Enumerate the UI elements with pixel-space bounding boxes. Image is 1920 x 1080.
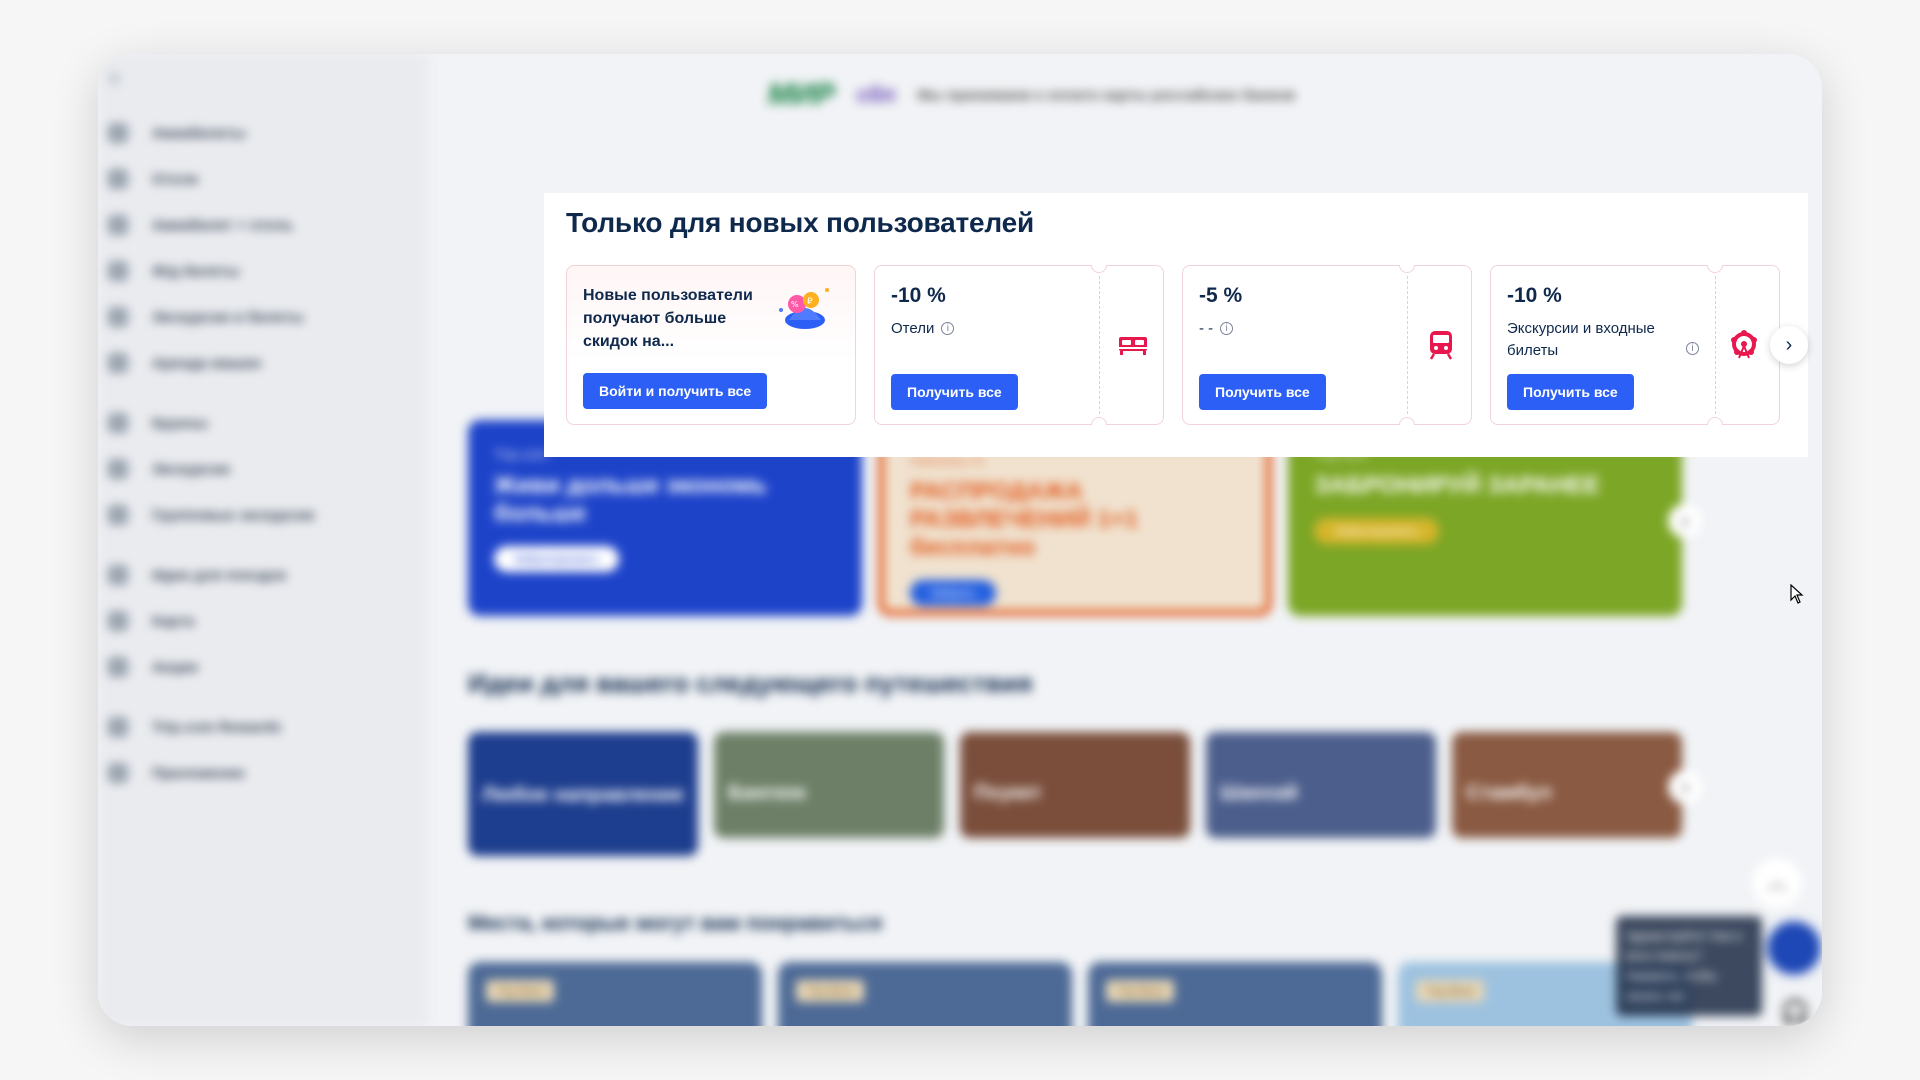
coupon-discount: -5 %	[1199, 284, 1243, 307]
sidebar-item[interactable]: Акции	[98, 644, 428, 690]
login-offer-text: Новые пользователи получают больше скидо…	[583, 287, 753, 350]
ferris-wheel-icon	[1731, 330, 1757, 359]
coupon-list: Новые пользователи получают больше скидо…	[566, 265, 1780, 425]
coupon-discount: -10 %	[1507, 284, 1562, 307]
tour-icon	[108, 459, 128, 479]
gift-hat-icon: ₽ %	[779, 288, 829, 329]
idea-card[interactable]: Любое направление	[468, 732, 698, 856]
headset-icon[interactable]: 🎧	[1780, 998, 1810, 1026]
login-offer-card: Новые пользователи получают больше скидо…	[566, 265, 856, 425]
coin-icon	[108, 717, 128, 737]
sidebar-item[interactable]: Trip.com Rewards	[98, 704, 428, 750]
plane-icon	[108, 123, 128, 143]
chat-assistant-button[interactable]	[1764, 918, 1822, 978]
coupon-card-trains: -5 % - -i Получить все	[1182, 265, 1472, 425]
info-icon[interactable]: i	[1220, 322, 1234, 335]
svg-text:₽: ₽	[807, 297, 813, 307]
get-all-button[interactable]: Получить все	[891, 374, 1018, 410]
chevron-right-icon[interactable]: ›	[1668, 770, 1702, 804]
info-icon[interactable]: i	[1686, 342, 1699, 355]
phone-icon	[108, 763, 128, 783]
package-icon	[108, 215, 128, 235]
train-icon	[1429, 331, 1453, 360]
sidebar-item[interactable]: Экскурсии	[98, 446, 428, 492]
get-all-button[interactable]: Получить все	[1199, 374, 1326, 410]
bed-icon	[1119, 337, 1147, 355]
map-icon	[108, 611, 128, 631]
ideas-carousel: Любое направление Бангкок Пхукет Шанхай …	[468, 732, 1682, 856]
car-icon	[108, 353, 128, 373]
idea-card[interactable]: Стамбул	[1452, 732, 1682, 838]
new-user-offers-panel: Только для новых пользователей Новые пол…	[544, 193, 1808, 457]
menu-icon[interactable]: ≡	[108, 66, 121, 92]
idea-card[interactable]: Пхукет	[960, 732, 1190, 838]
pin-icon	[108, 565, 128, 585]
mir-logo: МИР	[768, 78, 835, 111]
browser-window: ≡ Авиабилеты Отели Авиабилет + отель Ж/д…	[98, 54, 1822, 1026]
sidebar-item[interactable]: Круизы	[98, 400, 428, 446]
sidebar-item[interactable]: Идеи для поездок	[98, 552, 428, 598]
sidebar-item[interactable]: Аренда машин	[98, 340, 428, 386]
chevron-right-icon[interactable]: ›	[1770, 326, 1808, 364]
sidebar-item[interactable]: Ж/д билеты	[98, 248, 428, 294]
get-all-button[interactable]: Получить все	[1507, 374, 1634, 410]
coupon-discount: -10 %	[891, 284, 946, 307]
sidebar-item[interactable]: Приложение	[98, 750, 428, 796]
ship-icon	[108, 413, 128, 433]
group-icon	[108, 505, 128, 525]
scroll-top-button[interactable]: ︿	[1752, 858, 1802, 908]
svg-text:%: %	[791, 300, 799, 309]
sidebar-item[interactable]: Карта	[98, 598, 428, 644]
coupon-category: Экскурсии и входные билеты i	[1507, 318, 1699, 362]
sidebar-item[interactable]: Экскурсии и билеты	[98, 294, 428, 340]
chat-tooltip: Здравствуйте! Чем я могу помочь? Нажмите…	[1616, 916, 1762, 1016]
train-icon	[108, 261, 128, 281]
coupon-category: Отели i	[891, 318, 1083, 340]
sidebar: ≡ Авиабилеты Отели Авиабилет + отель Ж/д…	[98, 54, 428, 1026]
places-list: Trip.Best Trip.Best Trip.Best Trip.Best	[468, 962, 1692, 1026]
ideas-title: Идеи для вашего следующего путешествия	[468, 668, 1033, 698]
place-card[interactable]: Trip.Best	[1088, 962, 1382, 1026]
tag-icon	[108, 657, 128, 677]
coupon-category: - -i	[1199, 318, 1391, 340]
payment-notice: МИР сбп Мы принимаем к оплате карты росс…	[768, 78, 1295, 112]
sidebar-item[interactable]: Авиабилеты	[98, 110, 428, 156]
hotel-icon	[108, 169, 128, 189]
panel-title: Только для новых пользователей	[566, 207, 1034, 238]
mouse-cursor-icon	[1790, 584, 1804, 604]
sidebar-item[interactable]: Отели	[98, 156, 428, 202]
sidebar-item[interactable]: Групповые экскурсии	[98, 492, 428, 538]
sbp-logo: сбп	[856, 82, 896, 107]
coupon-card-hotels: -10 % Отели i Получить все	[874, 265, 1164, 425]
sidebar-item[interactable]: Авиабилет + отель	[98, 202, 428, 248]
idea-card[interactable]: Шанхай	[1206, 732, 1436, 838]
coupon-card-excursions: -10 % Экскурсии и входные билеты i Получи…	[1490, 265, 1780, 425]
place-card[interactable]: Trip.Best	[468, 962, 762, 1026]
info-icon[interactable]: i	[941, 322, 955, 335]
idea-card[interactable]: Бангкок	[714, 732, 944, 838]
chevron-right-icon[interactable]: ›	[1668, 504, 1702, 538]
login-get-all-button[interactable]: Войти и получить все	[583, 373, 768, 409]
places-title: Места, которые могут вам понравиться	[468, 912, 883, 935]
ticket-icon	[108, 307, 128, 327]
payment-notice-text: Мы принимаем к оплате карты российских б…	[917, 86, 1296, 104]
place-card[interactable]: Trip.Best	[778, 962, 1072, 1026]
